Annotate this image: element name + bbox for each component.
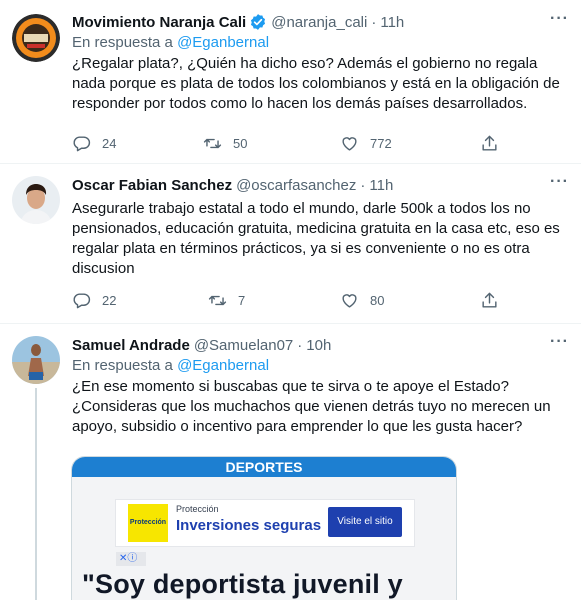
retweet-count: 7 [238, 292, 246, 308]
handle[interactable]: @oscarfasanchez [236, 177, 356, 194]
reply-context: En respuesta a @Eganbernal [72, 356, 569, 376]
ad-brand-text: Protección [176, 504, 219, 514]
article-headline: "Soy deportista juvenil y [82, 569, 403, 599]
avatar[interactable] [12, 176, 60, 224]
tweet[interactable]: Oscar Fabian Sanchez @oscarfasanchez · 1… [0, 164, 581, 323]
tweet-text: ¿En ese momento si buscabas que te sirva… [72, 378, 551, 435]
like-icon [342, 136, 357, 151]
handle[interactable]: @Samuelan07 [194, 337, 293, 354]
timestamp[interactable]: 11h [380, 14, 404, 31]
reply-button[interactable]: 22 [72, 291, 116, 310]
tweet[interactable]: Movimiento Naranja Cali @naranja_cali · … [0, 0, 581, 163]
share-button[interactable] [480, 134, 499, 153]
verified-badge-icon [251, 14, 266, 30]
ad-close-icon: ✕ⓘ [116, 552, 146, 566]
ad-logo: Protección [128, 504, 168, 542]
like-button[interactable]: 80 [340, 291, 384, 310]
like-count: 772 [370, 135, 392, 151]
share-icon [482, 135, 497, 151]
tweet-media-image[interactable]: DEPORTES Protección Protección Inversion… [71, 456, 457, 600]
avatar[interactable] [12, 336, 60, 384]
retweet-button[interactable]: 7 [208, 291, 245, 310]
reply-mention-link[interactable]: @Eganbernal [177, 34, 269, 51]
media-body: Protección Protección Inversiones segura… [72, 477, 456, 600]
ad-cta-button: Visite el sitio [328, 507, 402, 537]
reply-prefix: En respuesta a [72, 34, 173, 51]
ad-headline: Inversiones seguras [176, 517, 322, 534]
tweet-text: Asegurarle trabajo estatal a todo el mun… [72, 200, 560, 277]
more-icon[interactable]: ··· [545, 334, 569, 355]
more-icon[interactable]: ··· [545, 11, 569, 32]
reply-prefix: En respuesta a [72, 357, 173, 374]
tweet-header: Oscar Fabian Sanchez @oscarfasanchez · 1… [72, 175, 569, 195]
reply-context: En respuesta a @Eganbernal [72, 33, 569, 53]
like-button[interactable]: 772 [340, 134, 392, 153]
more-icon[interactable]: ··· [545, 174, 569, 195]
reply-button[interactable]: 24 [72, 134, 116, 153]
reply-count: 22 [102, 292, 117, 308]
share-icon [482, 292, 497, 308]
handle[interactable]: @naranja_cali [271, 14, 367, 31]
like-icon [342, 293, 357, 308]
thread-line [35, 388, 37, 600]
tweet-header: Movimiento Naranja Cali @naranja_cali · … [72, 12, 569, 32]
retweet-count: 50 [233, 135, 248, 151]
retweet-icon [208, 295, 227, 305]
timestamp[interactable]: 10h [306, 337, 331, 354]
tweet-text: ¿Regalar plata?, ¿Quién ha dicho eso? Ad… [72, 55, 560, 112]
share-button[interactable] [480, 291, 499, 310]
reply-count: 24 [102, 135, 117, 151]
like-count: 80 [370, 292, 385, 308]
separator-dot: · [297, 336, 303, 354]
display-name[interactable]: Samuel Andrade [72, 337, 190, 354]
tweet-header: Samuel Andrade @Samuelan07 · 10h [72, 335, 569, 355]
separator-dot: · [371, 13, 377, 31]
display-name[interactable]: Oscar Fabian Sanchez [72, 177, 232, 194]
action-bar: 22 7 80 [72, 290, 512, 310]
avatar[interactable] [12, 14, 60, 62]
timestamp[interactable]: 11h [369, 177, 393, 194]
retweet-button[interactable]: 50 [203, 134, 247, 153]
retweet-icon [203, 138, 222, 148]
display-name[interactable]: Movimiento Naranja Cali [72, 14, 246, 31]
action-bar: 24 50 772 [72, 133, 512, 153]
reply-icon [73, 292, 91, 308]
separator-dot: · [360, 176, 366, 194]
reply-icon [73, 135, 91, 151]
reply-mention-link[interactable]: @Eganbernal [177, 357, 269, 374]
ad-banner: Protección Protección Inversiones segura… [116, 500, 414, 546]
